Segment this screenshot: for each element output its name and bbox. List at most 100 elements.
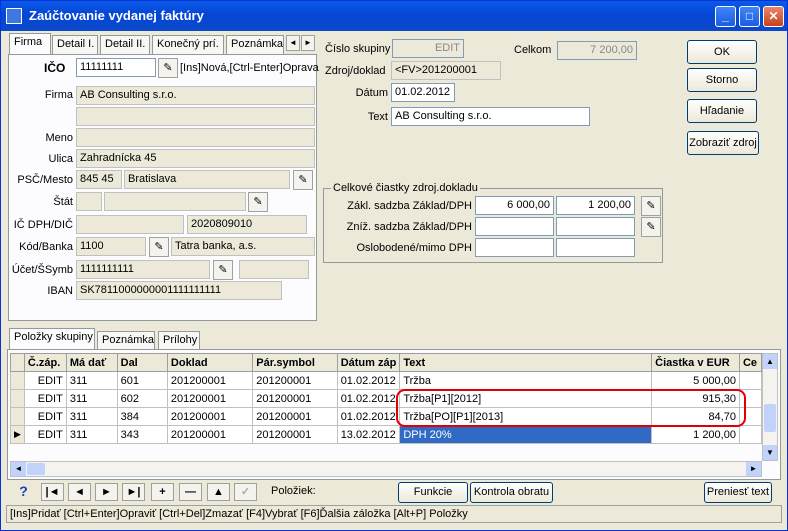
cell-dal[interactable]: 343 [116, 425, 168, 444]
cell-ciastka[interactable]: 5 000,00 [651, 371, 740, 390]
tab-konecny-prijemca[interactable]: Konečný prí. [152, 35, 224, 54]
last-record-button[interactable]: ►| [122, 483, 145, 501]
zniz-zaklad-field[interactable] [475, 217, 554, 236]
column-header[interactable]: Dátum záp [336, 353, 401, 372]
cell-ce[interactable] [738, 371, 763, 390]
banka-lookup-icon[interactable]: ✎ [149, 237, 169, 257]
mesto-lookup-icon[interactable]: ✎ [293, 170, 313, 190]
current-row-arrow-icon[interactable]: ▶ [10, 425, 25, 444]
firma-field[interactable]: AB Consulting s.r.o. [76, 86, 315, 105]
tab-scroll-left-button[interactable]: ◄ [286, 35, 300, 51]
ucet-lookup-icon[interactable]: ✎ [213, 260, 233, 280]
stat-name-field[interactable] [104, 192, 246, 211]
text-field[interactable]: AB Consulting s.r.o. [391, 107, 590, 126]
ico-field[interactable]: 11111111 [76, 58, 156, 77]
zobrazit-zdroj-button[interactable]: Zobraziť zdroj [687, 131, 759, 155]
prev-record-button[interactable]: ◄ [68, 483, 91, 501]
zniz-edit-icon[interactable]: ✎ [641, 217, 661, 237]
cell-ma-dat[interactable]: 311 [65, 389, 118, 408]
tab-poznamka-bottom[interactable]: Poznámka [97, 331, 155, 350]
zakl-dph-field[interactable]: 1 200,00 [556, 196, 635, 215]
cell-datum[interactable]: 01.02.2012 [336, 371, 401, 390]
add-record-button[interactable]: + [151, 483, 174, 501]
psc-field[interactable]: 845 45 [76, 170, 122, 189]
cell-cislo[interactable]: EDIT [23, 407, 67, 426]
row-indicator[interactable] [10, 371, 25, 390]
cell-cislo[interactable]: EDIT [23, 389, 67, 408]
column-header[interactable]: Má dať [65, 353, 118, 372]
cell-par-symbol[interactable]: 201200001 [252, 407, 338, 426]
ucet-field[interactable]: 1111111111 [76, 260, 210, 279]
hscroll-thumb[interactable] [27, 463, 45, 475]
oslob-dph-field[interactable] [556, 238, 635, 257]
first-record-button[interactable]: |◄ [41, 483, 64, 501]
storno-button[interactable]: Storno [687, 68, 757, 92]
scroll-up-icon[interactable]: ▲ [763, 354, 777, 369]
cell-text-selected[interactable]: DPH 20% [399, 425, 653, 444]
zakl-zaklad-field[interactable]: 6 000,00 [475, 196, 554, 215]
preniest-text-button[interactable]: Preniesť text [704, 482, 772, 503]
cell-doklad[interactable]: 201200001 [166, 389, 254, 408]
cell-ma-dat[interactable]: 311 [65, 407, 118, 426]
cell-par-symbol[interactable]: 201200001 [252, 389, 338, 408]
cell-par-symbol[interactable]: 201200001 [252, 425, 338, 444]
maximize-button[interactable]: □ [739, 6, 760, 27]
tab-poznamka[interactable]: Poznámka [226, 35, 284, 54]
stat-code-field[interactable] [76, 192, 102, 211]
column-header[interactable]: Text [399, 353, 653, 372]
column-header[interactable]: Pár.symbol [252, 353, 338, 372]
cell-par-symbol[interactable]: 201200001 [252, 371, 338, 390]
ok-button[interactable]: OK [687, 40, 757, 64]
delete-record-button[interactable]: — [179, 483, 202, 501]
scroll-left-icon[interactable]: ◄ [11, 462, 26, 476]
column-header[interactable]: Čiastka v EUR [651, 353, 740, 372]
column-header[interactable]: Dal [116, 353, 168, 372]
zakl-edit-icon[interactable]: ✎ [641, 196, 661, 216]
tab-scroll-right-button[interactable]: ► [301, 35, 315, 51]
kod-field[interactable]: 1100 [76, 237, 146, 256]
datum-field[interactable]: 01.02.2012 [391, 83, 455, 102]
close-button[interactable]: ✕ [763, 6, 784, 27]
tab-detail-2[interactable]: Detail II. [100, 35, 150, 54]
next-record-button[interactable]: ► [95, 483, 118, 501]
tab-firma[interactable]: Firma [9, 33, 51, 54]
cell-dal[interactable]: 384 [116, 407, 168, 426]
ssymb-field[interactable] [239, 260, 309, 279]
minimize-button[interactable]: _ [715, 6, 736, 27]
scroll-down-icon[interactable]: ▼ [763, 445, 777, 460]
cell-datum[interactable]: 13.02.2012 [336, 425, 401, 444]
table-row-selected[interactable]: ▶ EDIT 311 343 201200001 201200001 13.02… [10, 425, 763, 444]
cell-datum[interactable]: 01.02.2012 [336, 389, 401, 408]
tab-prilohy[interactable]: Prílohy [158, 331, 200, 350]
cell-doklad[interactable]: 201200001 [166, 425, 254, 444]
column-header[interactable]: Č.záp. [23, 353, 67, 372]
dic-field[interactable]: 2020809010 [187, 215, 307, 234]
cell-text[interactable]: Tržba [399, 371, 653, 390]
banka-field[interactable]: Tatra banka, a.s. [171, 237, 315, 256]
horizontal-scrollbar[interactable]: ◄ ► [10, 461, 762, 477]
hladanie-button[interactable]: Hľadanie [687, 99, 757, 123]
move-up-button[interactable]: ▲ [207, 483, 230, 501]
help-icon[interactable]: ? [12, 483, 35, 501]
cell-doklad[interactable]: 201200001 [166, 407, 254, 426]
row-indicator[interactable] [10, 389, 25, 408]
ulica-field[interactable]: Zahradnícka 45 [76, 149, 315, 168]
iban-field[interactable]: SK7811000000001111111111 [76, 281, 282, 300]
row-indicator[interactable] [10, 407, 25, 426]
vertical-scrollbar[interactable]: ▲ ▼ [762, 353, 778, 461]
zniz-dph-field[interactable] [556, 217, 635, 236]
scroll-right-icon[interactable]: ► [746, 462, 761, 476]
tab-polozky-skupiny[interactable]: Položky skupiny [9, 328, 95, 349]
cell-cislo[interactable]: EDIT [23, 425, 67, 444]
icdph-field[interactable] [76, 215, 184, 234]
cell-doklad[interactable]: 201200001 [166, 371, 254, 390]
ico-lookup-icon[interactable]: ✎ [158, 58, 178, 78]
cell-ma-dat[interactable]: 311 [65, 425, 118, 444]
stat-lookup-icon[interactable]: ✎ [248, 192, 268, 212]
cell-ma-dat[interactable]: 311 [65, 371, 118, 390]
scroll-thumb[interactable] [764, 404, 776, 432]
funkcie-button[interactable]: Funkcie [398, 482, 468, 503]
cell-dal[interactable]: 601 [116, 371, 168, 390]
confirm-check-icon[interactable]: ✓ [234, 483, 257, 501]
cell-datum[interactable]: 01.02.2012 [336, 407, 401, 426]
